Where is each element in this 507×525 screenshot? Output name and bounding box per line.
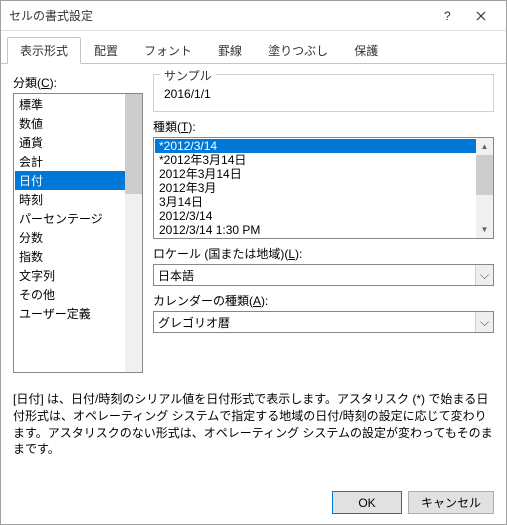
category-label: 分類(C): <box>13 74 143 91</box>
list-item[interactable]: 文字列 <box>15 266 141 285</box>
description-text: [日付] は、日付/時刻のシリアル値を日付形式で表示します。アスタリスク (*)… <box>13 391 494 458</box>
list-item[interactable]: 分数 <box>15 228 141 247</box>
tab-row: 表示形式 配置 フォント 罫線 塗りつぶし 保護 <box>1 31 506 64</box>
list-item[interactable]: 2012/3/14 1:30 PM <box>155 223 476 237</box>
list-item[interactable]: *2012/3/14 <box>155 139 476 153</box>
upper-panel: 分類(C): 標準 数値 通貨 会計 日付 時刻 パーセンテージ 分数 指数 文… <box>13 74 494 373</box>
calendar-value: グレゴリオ暦 <box>158 314 230 331</box>
tab-protection[interactable]: 保護 <box>341 37 391 64</box>
list-item[interactable]: ユーザー定義 <box>15 304 141 323</box>
list-item[interactable]: その他 <box>15 285 141 304</box>
left-column: 分類(C): 標準 数値 通貨 会計 日付 時刻 パーセンテージ 分数 指数 文… <box>13 74 143 373</box>
list-item[interactable]: パーセンテージ <box>15 209 141 228</box>
list-item[interactable]: 通貨 <box>15 133 141 152</box>
list-item[interactable]: 2012/3/14 <box>155 209 476 223</box>
tab-border[interactable]: 罫線 <box>205 37 255 64</box>
locale-combo[interactable]: 日本語 ⌵ <box>153 264 494 286</box>
type-label: 種類(T): <box>153 118 494 135</box>
list-item[interactable]: 会計 <box>15 152 141 171</box>
calendar-label: カレンダーの種類(A): <box>153 292 494 309</box>
list-item[interactable]: 2012年3月 <box>155 181 476 195</box>
cancel-button[interactable]: キャンセル <box>408 491 494 514</box>
sample-value: 2016/1/1 <box>162 81 485 103</box>
svg-text:?: ? <box>444 11 451 21</box>
sample-legend: サンプル <box>160 67 216 84</box>
chevron-down-icon: ⌵ <box>475 265 493 285</box>
scroll-up-icon[interactable]: ▲ <box>476 138 493 155</box>
tab-font[interactable]: フォント <box>131 37 205 64</box>
locale-value: 日本語 <box>158 267 194 284</box>
category-listbox[interactable]: 標準 数値 通貨 会計 日付 時刻 パーセンテージ 分数 指数 文字列 その他 … <box>13 93 143 373</box>
list-item[interactable]: 2012年3月14日 <box>155 167 476 181</box>
scrollbar[interactable] <box>125 94 142 372</box>
list-item[interactable]: 日付 <box>15 171 141 190</box>
scrollbar[interactable]: ▲ ▼ <box>476 138 493 238</box>
chevron-down-icon: ⌵ <box>475 312 493 332</box>
locale-label: ロケール (国または地域)(L): <box>153 245 494 262</box>
scroll-down-icon[interactable]: ▼ <box>476 221 493 238</box>
list-item[interactable]: 標準 <box>15 95 141 114</box>
list-item[interactable]: *2012年3月14日 <box>155 153 476 167</box>
close-button[interactable] <box>464 4 498 28</box>
list-item[interactable]: 時刻 <box>15 190 141 209</box>
help-button[interactable]: ? <box>430 4 464 28</box>
list-item[interactable]: 3月14日 <box>155 195 476 209</box>
type-listbox[interactable]: *2012/3/14 *2012年3月14日 2012年3月14日 2012年3… <box>153 137 494 239</box>
tab-number-format[interactable]: 表示形式 <box>7 37 81 64</box>
ok-button[interactable]: OK <box>332 491 402 514</box>
titlebar-buttons: ? <box>430 4 498 28</box>
list-item[interactable]: 数値 <box>15 114 141 133</box>
format-cells-dialog: セルの書式設定 ? 表示形式 配置 フォント 罫線 塗りつぶし 保護 分類(C)… <box>0 0 507 525</box>
right-column: サンプル 2016/1/1 種類(T): *2012/3/14 *2012年3月… <box>153 74 494 373</box>
tab-fill[interactable]: 塗りつぶし <box>255 37 341 64</box>
tab-alignment[interactable]: 配置 <box>81 37 131 64</box>
dialog-body: 分類(C): 標準 数値 通貨 会計 日付 時刻 パーセンテージ 分数 指数 文… <box>1 64 506 481</box>
window-title: セルの書式設定 <box>9 7 430 24</box>
footer: OK キャンセル <box>1 481 506 524</box>
titlebar: セルの書式設定 ? <box>1 1 506 31</box>
calendar-combo[interactable]: グレゴリオ暦 ⌵ <box>153 311 494 333</box>
list-item[interactable]: 指数 <box>15 247 141 266</box>
sample-group: サンプル 2016/1/1 <box>153 74 494 112</box>
